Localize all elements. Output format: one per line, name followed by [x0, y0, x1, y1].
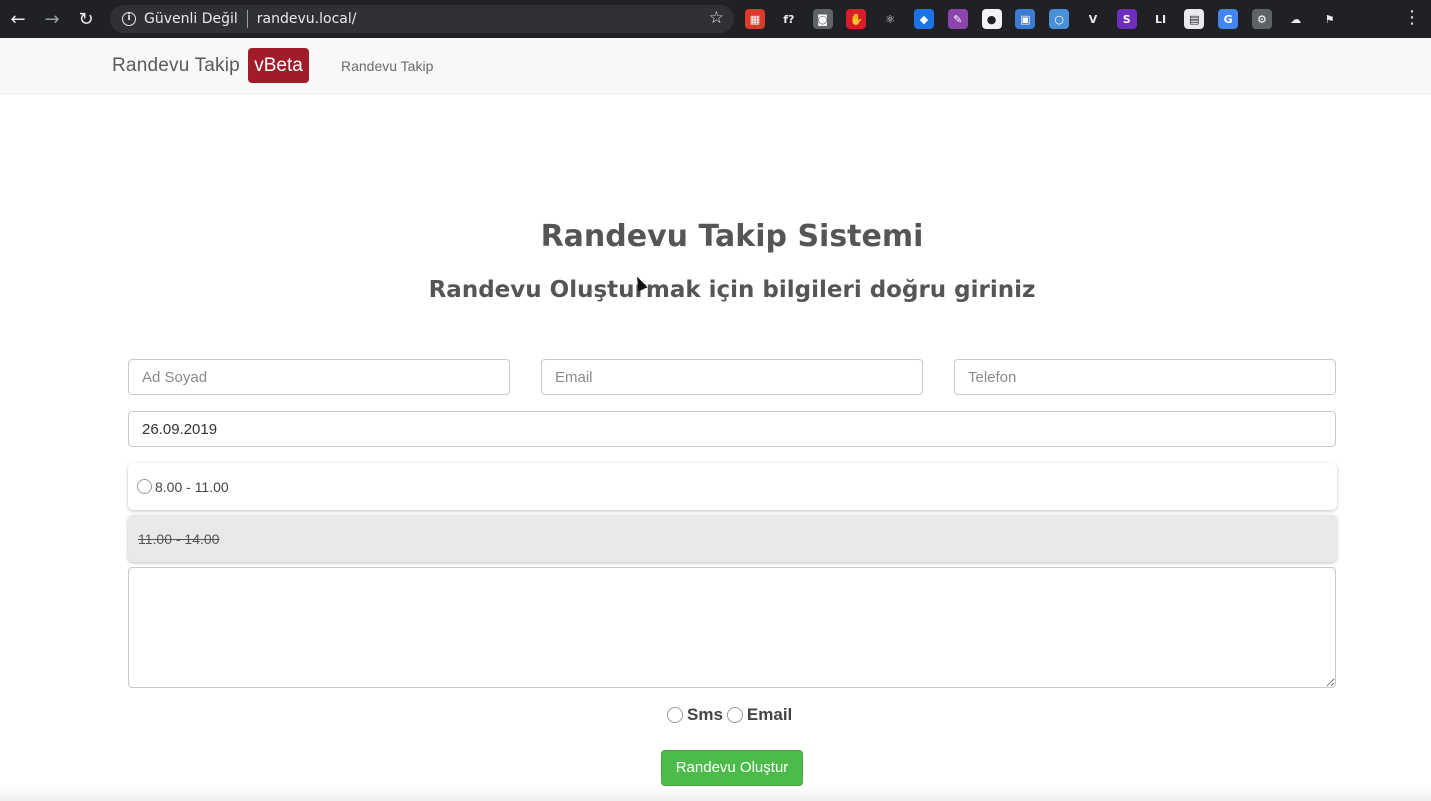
bookmark-star-icon[interactable]: ☆	[709, 8, 724, 28]
chrome-menu-icon[interactable]: ⋮	[1403, 8, 1421, 28]
vue-ext-icon[interactable]: V	[1082, 9, 1103, 29]
camera-ext-icon[interactable]: ◙	[812, 9, 833, 29]
sms-label[interactable]: Sms	[687, 705, 723, 725]
app-navbar: Randevu Takip vBeta Randevu Takip	[0, 38, 1431, 94]
sms-radio[interactable]	[667, 707, 683, 723]
email-input[interactable]	[541, 359, 923, 395]
nav-link-randevu-takip[interactable]: Randevu Takip	[341, 58, 433, 74]
url-text[interactable]: randevu.local/	[257, 11, 357, 27]
notify-options: Sms Email	[667, 705, 792, 725]
s-ext-icon[interactable]: S	[1116, 9, 1137, 29]
email-radio[interactable]	[726, 707, 743, 723]
circle-white-ext-icon[interactable]: ●	[981, 9, 1002, 29]
css-ext-icon[interactable]: ▣	[1015, 9, 1036, 29]
time-slot-radio[interactable]	[137, 479, 152, 494]
browser-toolbar: ← → ↻ i Güvenli Değil randevu.local/ ☆ ▦…	[0, 0, 1431, 38]
name-input[interactable]	[128, 359, 510, 395]
date-input[interactable]	[128, 411, 1336, 447]
cloud-ext-icon[interactable]: ☁	[1285, 9, 1306, 29]
time-slot-label: 11.00 - 14.00	[138, 530, 220, 547]
page-subtitle: Randevu Oluşturmak için bilgileri doğru …	[428, 277, 1036, 303]
purple-pen-ext-icon[interactable]: ✎	[947, 9, 968, 29]
function-ext-icon[interactable]: f?	[778, 9, 799, 29]
phone-input[interactable]	[954, 359, 1336, 395]
info-icon[interactable]: i	[122, 12, 136, 26]
page-title: Randevu Takip Sistemi	[540, 219, 924, 254]
o-ring-ext-icon[interactable]: ○	[1049, 9, 1070, 29]
li-ext-icon[interactable]: LI	[1150, 9, 1171, 29]
react-ext-icon[interactable]: ⚛	[880, 9, 901, 29]
translate-ext-icon[interactable]: G	[1218, 9, 1239, 29]
shield-red-ext-icon[interactable]: ✋	[846, 9, 867, 29]
back-arrow-icon[interactable]: ←	[1, 0, 35, 38]
time-slot-available[interactable]: 8.00 - 11.00	[128, 463, 1337, 510]
note-textarea[interactable]	[128, 567, 1336, 688]
version-badge: vBeta	[248, 48, 309, 83]
time-slot-label: 8.00 - 11.00	[155, 478, 229, 495]
flag-ext-icon[interactable]: ⚑	[1319, 9, 1340, 29]
reload-icon[interactable]: ↻	[69, 0, 103, 38]
forward-arrow-icon[interactable]: →	[35, 0, 69, 38]
create-appointment-button[interactable]: Randevu Oluştur	[661, 750, 803, 786]
red-square-ext-icon[interactable]: ▦	[745, 9, 765, 29]
address-separator	[246, 10, 248, 28]
brand-name[interactable]: Randevu Takip	[112, 55, 240, 77]
address-bar[interactable]: i Güvenli Değil randevu.local/ ☆	[110, 5, 734, 33]
gear-ext-icon[interactable]: ⚙	[1251, 9, 1272, 29]
email-label[interactable]: Email	[747, 705, 792, 725]
security-label[interactable]: Güvenli Değil	[144, 11, 238, 27]
page-bottom-edge	[0, 786, 1431, 801]
extensions-bar: ▦ f? ◙ ✋ ⚛ ◆ ✎ ● ▣ ○ V S LI ▤ G ⚙ ☁ ⚑	[745, 8, 1353, 30]
calendar-ext-icon[interactable]: ▤	[1184, 9, 1205, 29]
time-slot-unavailable: 11.00 - 14.00	[128, 515, 1337, 562]
blue-shield-ext-icon[interactable]: ◆	[913, 9, 934, 29]
